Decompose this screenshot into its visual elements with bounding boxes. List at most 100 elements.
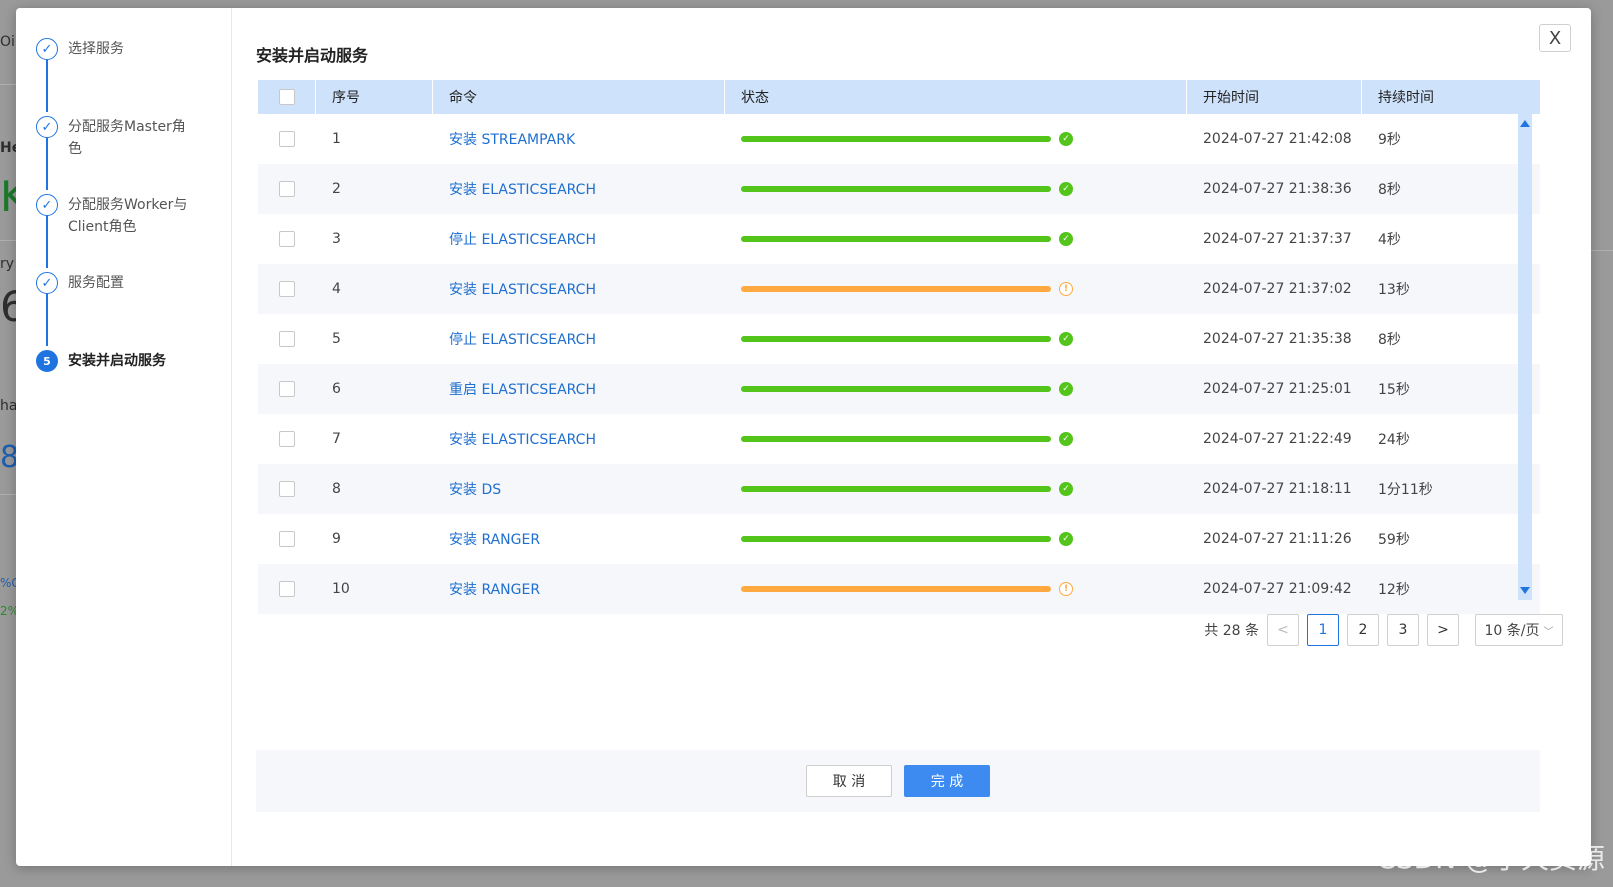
- close-button[interactable]: X: [1539, 24, 1571, 52]
- check-icon: ✓: [36, 116, 58, 138]
- step-install-start[interactable]: 5 安装并启动服务: [36, 350, 188, 372]
- dialog-footer: 取 消 完 成: [256, 750, 1540, 812]
- row-checkbox[interactable]: [279, 331, 295, 347]
- step-label: 分配服务Worker与Client角色: [68, 197, 188, 235]
- row-checkbox[interactable]: [279, 481, 295, 497]
- row-index: 3: [332, 231, 341, 247]
- row-checkbox-cell: [258, 214, 316, 264]
- row-checkbox-cell: [258, 114, 316, 164]
- command-link[interactable]: 安装 ELASTICSEARCH: [449, 179, 596, 199]
- command-link[interactable]: 安装 ELASTICSEARCH: [449, 429, 596, 449]
- row-checkbox[interactable]: [279, 281, 295, 297]
- prev-page-button[interactable]: <: [1267, 614, 1299, 646]
- row-index: 10: [332, 581, 350, 597]
- row-checkbox-cell: [258, 514, 316, 564]
- command-table: 序号 命令 状态 开始时间 持续时间 1 安装 STREAMPARK ✓ 2024-0…: [258, 80, 1540, 616]
- command-link[interactable]: 安装 STREAMPARK: [449, 129, 575, 149]
- row-duration: 13秒: [1378, 282, 1410, 298]
- chevron-down-icon: ﹀: [1543, 626, 1554, 638]
- step-assign-worker[interactable]: ✓ 分配服务Worker与Client角色: [36, 194, 188, 238]
- scroll-up-icon[interactable]: [1520, 120, 1530, 127]
- status-progress-bar: [741, 236, 1051, 242]
- pagination: 共 28 条 < 1 2 3 > 10 条/页 ﹀: [1204, 614, 1563, 646]
- total-count: 共 28 条: [1204, 623, 1259, 639]
- row-duration: 4秒: [1378, 232, 1401, 248]
- page-size-value: 10 条/页: [1484, 623, 1540, 639]
- row-checkbox[interactable]: [279, 431, 295, 447]
- check-circle-icon: ✓: [1059, 182, 1073, 196]
- row-checkbox[interactable]: [279, 581, 295, 597]
- scroll-down-icon[interactable]: [1520, 587, 1530, 594]
- row-checkbox[interactable]: [279, 131, 295, 147]
- table-scrollbar[interactable]: [1518, 114, 1532, 600]
- column-header-index: 序号: [316, 80, 433, 114]
- row-start-time: 2024-07-27 21:37:02: [1203, 281, 1352, 297]
- row-duration: 15秒: [1378, 382, 1410, 398]
- row-index: 5: [332, 331, 341, 347]
- row-status: ✓: [725, 314, 1187, 364]
- page-size-select[interactable]: 10 条/页 ﹀: [1475, 614, 1563, 646]
- row-checkbox-cell: [258, 464, 316, 514]
- command-link[interactable]: 安装 RANGER: [449, 579, 540, 599]
- row-status: ✓: [725, 214, 1187, 264]
- step-assign-master[interactable]: ✓ 分配服务Master角色: [36, 116, 188, 160]
- command-link[interactable]: 安装 ELASTICSEARCH: [449, 279, 596, 299]
- row-command-cell: 停止 ELASTICSEARCH: [433, 314, 725, 364]
- row-checkbox-cell: [258, 364, 316, 414]
- row-start-time: 2024-07-27 21:18:11: [1203, 481, 1352, 497]
- row-index: 8: [332, 481, 341, 497]
- command-link[interactable]: 重启 ELASTICSEARCH: [449, 379, 596, 399]
- page-3-button[interactable]: 3: [1387, 614, 1419, 646]
- table-row: 10 安装 RANGER! 2024-07-27 21:09:42 12秒: [258, 564, 1540, 614]
- status-progress-bar: [741, 436, 1051, 442]
- select-all-checkbox[interactable]: [278, 89, 295, 105]
- row-start-time: 2024-07-27 21:22:49: [1203, 431, 1352, 447]
- cancel-button[interactable]: 取 消: [806, 765, 892, 797]
- select-all-checkbox-cell: [258, 80, 316, 114]
- row-checkbox-cell: [258, 564, 316, 614]
- row-checkbox[interactable]: [279, 381, 295, 397]
- step-label: 分配服务Master角色: [68, 119, 186, 157]
- steps-sidebar: ✓ 选择服务 ✓ 分配服务Master角色 ✓ 分配服务Worker与Clien…: [16, 8, 232, 866]
- page-1-button[interactable]: 1: [1307, 614, 1339, 646]
- table-row: 8 安装 DS ✓ 2024-07-27 21:18:11 1分11秒: [258, 464, 1540, 514]
- watermark: CSDN @小天资源: [1376, 842, 1605, 875]
- command-link[interactable]: 安装 DS: [449, 479, 501, 499]
- row-checkbox[interactable]: [279, 531, 295, 547]
- command-link[interactable]: 停止 ELASTICSEARCH: [449, 329, 596, 349]
- table-row: 7 安装 ELASTICSEARCH ✓ 2024-07-27 21:22:49 24秒: [258, 414, 1540, 464]
- step-service-config[interactable]: ✓ 服务配置: [36, 272, 188, 294]
- row-command-cell: 安装 STREAMPARK: [433, 114, 725, 164]
- command-link[interactable]: 安装 RANGER: [449, 529, 540, 549]
- row-index: 7: [332, 431, 341, 447]
- row-duration: 1分11秒: [1378, 482, 1433, 498]
- row-command-cell: 停止 ELASTICSEARCH: [433, 214, 725, 264]
- row-checkbox-cell: [258, 264, 316, 314]
- page-2-button[interactable]: 2: [1347, 614, 1379, 646]
- check-circle-icon: ✓: [1059, 382, 1073, 396]
- row-duration: 8秒: [1378, 332, 1401, 348]
- row-status: !: [725, 264, 1187, 314]
- status-progress-bar: [741, 386, 1051, 392]
- table-row: 4 安装 ELASTICSEARCH! 2024-07-27 21:37:02 13秒: [258, 264, 1540, 314]
- row-status: ✓: [725, 514, 1187, 564]
- row-command-cell: 安装 RANGER: [433, 564, 725, 614]
- row-checkbox[interactable]: [279, 181, 295, 197]
- status-progress-bar: [741, 336, 1051, 342]
- check-icon: ✓: [36, 194, 58, 216]
- row-index: 4: [332, 281, 341, 297]
- table-row: 5 停止 ELASTICSEARCH ✓ 2024-07-27 21:35:38 8秒: [258, 314, 1540, 364]
- row-duration: 12秒: [1378, 582, 1410, 598]
- row-checkbox-cell: [258, 314, 316, 364]
- row-index: 2: [332, 181, 341, 197]
- command-link[interactable]: 停止 ELASTICSEARCH: [449, 229, 596, 249]
- row-checkbox[interactable]: [279, 231, 295, 247]
- next-page-button[interactable]: >: [1427, 614, 1459, 646]
- check-circle-icon: ✓: [1059, 232, 1073, 246]
- row-start-time: 2024-07-27 21:25:01: [1203, 381, 1352, 397]
- finish-button[interactable]: 完 成: [904, 765, 990, 797]
- step-connector: [46, 60, 48, 112]
- row-command-cell: 安装 ELASTICSEARCH: [433, 264, 725, 314]
- step-select-service[interactable]: ✓ 选择服务: [36, 38, 188, 60]
- row-index: 1: [332, 131, 341, 147]
